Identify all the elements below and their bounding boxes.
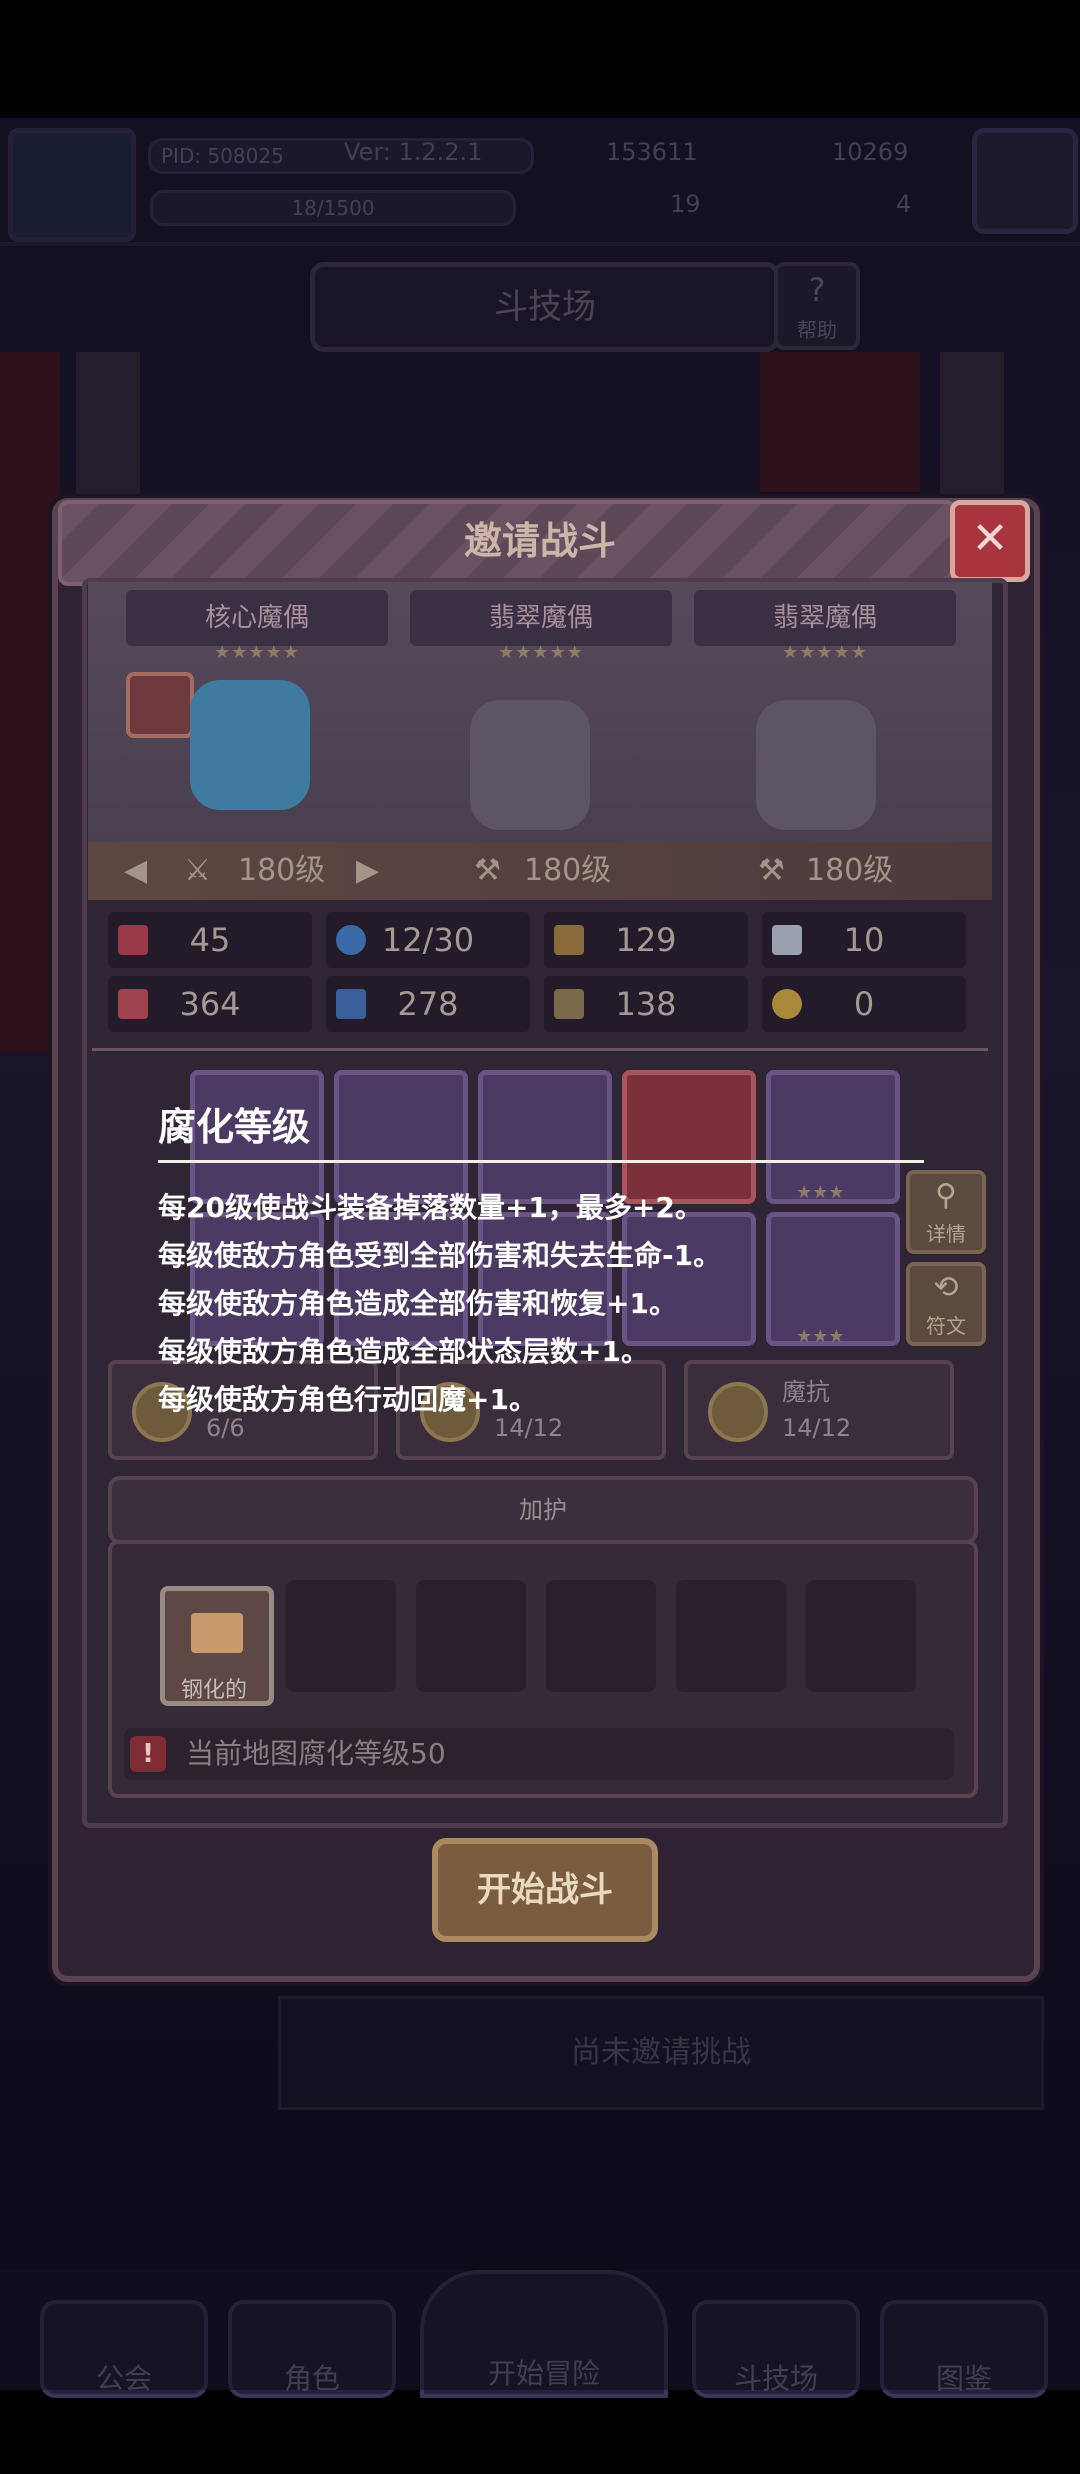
divider [92, 1048, 988, 1051]
wrench-icon: ⚒ [758, 853, 785, 888]
sword-icon: ⚔ [184, 853, 211, 888]
mana-drop-icon [336, 925, 366, 955]
magnet-icon [772, 989, 802, 1019]
guard-slot[interactable] [416, 1580, 526, 1692]
tooltip-line-4: 每级使敌方角色造成全部状态层数+1。 [158, 1335, 649, 1368]
guard-header: 加护 [108, 1476, 978, 1544]
spellbook-icon [336, 989, 366, 1019]
stat-defense: 129 [544, 912, 748, 968]
stat-magic: 278 [326, 976, 530, 1032]
prev-arrow-icon[interactable]: ◀ [124, 842, 147, 900]
corruption-warning[interactable]: ! 当前地图腐化等级50 [124, 1728, 954, 1780]
guard-slot[interactable] [546, 1580, 656, 1692]
hero-level-1: 180级 [238, 853, 326, 888]
hero-sprite-1[interactable] [190, 680, 310, 810]
close-icon: ✕ [971, 513, 1009, 564]
armor-icon [554, 989, 584, 1019]
tooltip-line-3: 每级使敌方角色造成全部伤害和恢复+1。 [158, 1287, 677, 1320]
tooltip-line-5: 每级使敌方角色行动回魔+1。 [158, 1383, 537, 1416]
wrench-icon: ⚒ [474, 853, 501, 888]
start-battle-button[interactable]: 开始战斗 [432, 1838, 658, 1942]
stat-armor: 138 [544, 976, 748, 1032]
warning-text: 当前地图腐化等级50 [186, 1737, 446, 1770]
tooltip-title: 腐化等级 [158, 1105, 311, 1149]
hero-stars-2: ★★★★★ [498, 642, 584, 663]
close-button[interactable]: ✕ [950, 500, 1030, 582]
hero-sprite-2[interactable] [470, 700, 590, 830]
hero-stars-3: ★★★★★ [782, 642, 868, 663]
tooltip-line-2: 每级使敌方角色受到全部伤害和失去生命-1。 [158, 1239, 722, 1272]
stat-magnet: 0 [762, 976, 966, 1032]
bag-icon[interactable] [126, 672, 194, 738]
heart-icon [118, 925, 148, 955]
hero-stars-1: ★★★★★ [214, 642, 300, 663]
wing-icon [772, 925, 802, 955]
stat-health: 45 [108, 912, 312, 968]
tooltip-line-1: 每20级使战斗装备掉落数量+1，最多+2。 [158, 1191, 703, 1224]
stat-mana: 12/30 [326, 912, 530, 968]
hero-name-3: 翡翠魔偶 [694, 590, 956, 646]
guard-slot[interactable] [806, 1580, 916, 1692]
next-arrow-icon[interactable]: ▶ [356, 842, 379, 900]
modal-title: 邀请战斗 [463, 519, 616, 563]
hero-name-2: 翡翠魔偶 [410, 590, 672, 646]
hero-sprite-3[interactable] [756, 700, 876, 830]
trait-value: 14/12 [494, 1414, 564, 1442]
stat-attack: 364 [108, 976, 312, 1032]
guard-item-label: 钢化的 [180, 1678, 247, 1703]
status-bar [0, 0, 1080, 118]
trait-value: 6/6 [206, 1414, 245, 1442]
hero-level-3: 180级 [806, 853, 894, 888]
anvil-icon [191, 1613, 243, 1653]
attack-icon [118, 989, 148, 1019]
tooltip-divider [158, 1160, 924, 1163]
guard-slot[interactable] [676, 1580, 786, 1692]
hero-name-1: 核心魔偶 [126, 590, 388, 646]
warning-icon: ! [130, 1736, 166, 1772]
shield-icon [554, 925, 584, 955]
hero-level-2: 180级 [524, 853, 612, 888]
trait-value: 14/12 [782, 1414, 852, 1442]
stat-speed: 10 [762, 912, 966, 968]
guard-slot[interactable] [286, 1580, 396, 1692]
